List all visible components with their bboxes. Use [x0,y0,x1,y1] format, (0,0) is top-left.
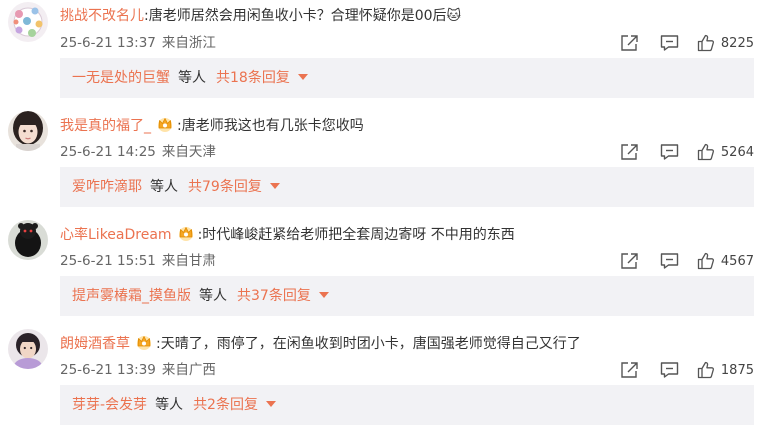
comment-date: 25-6-21 14:25 [60,144,156,160]
comment-meta: 25-6-21 13:37 来自浙江 [60,33,216,53]
comment-item: 挑战不改名儿:唐老师居然会用闲鱼收小卡？合理怀疑你是00后🐱 25-6-21 1… [0,0,762,109]
like-button[interactable]: 1875 [697,361,754,379]
username-link[interactable]: 朗姆酒香草 [60,336,130,352]
comment-icon [660,35,679,51]
like-count: 8225 [720,35,754,51]
avatar[interactable] [8,111,48,151]
caret-down-icon[interactable] [265,401,276,407]
reply-username[interactable]: 爱咋咋滴耶 [72,179,142,195]
like-button[interactable]: 4567 [697,252,754,270]
caret-down-icon[interactable] [297,74,308,80]
like-count: 4567 [720,253,754,269]
reply-count-link[interactable]: 共37条回复 [237,288,311,304]
share-icon [621,144,638,160]
share-icon [621,35,638,51]
comment-date: 25-6-21 15:51 [60,253,156,269]
reply-username[interactable]: 提声雾椿霜_摸鱼版 [72,288,191,304]
comment-actions: 5264 [620,142,754,162]
comment-source: 来自广西 [161,362,216,378]
reply-others: 等人 [155,397,184,413]
comment-actions: 1875 [620,360,754,380]
comment-text: :唐老师居然会用闲鱼收小卡？合理怀疑你是00后 [144,8,447,24]
reply-summary[interactable]: 爱咋咋滴耶 等人 共79条回复 [60,167,754,207]
comment-icon [660,362,679,378]
comment-line: 心率LikeaDream :时代峰峻赶紧给老师把全套周边寄呀 不中用的东西 [60,224,515,245]
cat-emoji-icon: 🐱 [446,8,462,24]
like-button[interactable]: 5264 [697,143,754,161]
comment-text: :天晴了，雨停了，在闲鱼收到时团小卡，唐国强老师觉得自己又行了 [156,336,581,352]
comment-date: 25-6-21 13:39 [60,362,156,378]
comment-date: 25-6-21 13:37 [60,35,156,51]
reply-others: 等人 [199,288,227,304]
avatar[interactable] [8,329,48,369]
reply-summary[interactable]: 一无是处的巨蟹 等人 共18条回复 [60,58,754,98]
reply-count-link[interactable]: 共79条回复 [188,179,262,195]
comment-text: :时代峰峻赶紧给老师把全套周边寄呀 不中用的东西 [197,227,515,243]
comment-item: 我是真的福了_:唐老师我这也有几张卡您收吗 25-6-21 14:25 来自天津 … [0,109,762,218]
reply-username[interactable]: 芽芽-会发芽 [72,397,147,413]
comment-button[interactable] [660,361,679,379]
comment-item: 心率LikeaDream :时代峰峻赶紧给老师把全套周边寄呀 不中用的东西 25-… [0,218,762,327]
reply-count-link[interactable]: 共18条回复 [216,70,290,86]
fan-crown-badge-icon [178,227,193,241]
caret-down-icon[interactable] [269,183,280,189]
comment-line: 挑战不改名儿:唐老师居然会用闲鱼收小卡？合理怀疑你是00后🐱 [60,6,461,26]
comment-source: 来自天津 [161,144,216,160]
comment-button[interactable] [660,252,679,270]
comment-meta: 25-6-21 14:25 来自天津 [60,142,216,162]
comment-item: 朗姆酒香草 :天晴了，雨停了，在闲鱼收到时团小卡，唐国强老师觉得自己又行了 25-… [0,327,762,436]
comment-text: :唐老师我这也有几张卡您收吗 [177,118,364,134]
share-icon [621,362,638,378]
comment-button[interactable] [660,34,679,52]
like-count: 1875 [720,362,754,378]
reply-others: 等人 [150,179,178,195]
reply-username[interactable]: 一无是处的巨蟹 [72,70,170,86]
reply-others: 等人 [178,70,206,86]
comment-source: 来自甘肃 [161,253,216,269]
username-link[interactable]: 心率LikeaDream [60,227,172,243]
comment-button[interactable] [660,143,679,161]
fan-crown-badge-icon [137,336,151,350]
share-button[interactable] [620,34,639,52]
comment-actions: 8225 [620,33,754,53]
comment-line: 我是真的福了_ :唐老师我这也有几张卡您收吗 [60,115,364,136]
reply-count-link[interactable]: 共2条回复 [193,397,258,413]
username-link[interactable]: 我是真的福了_ [60,118,151,134]
comment-line: 朗姆酒香草 :天晴了，雨停了，在闲鱼收到时团小卡，唐国强老师觉得自己又行了 [60,333,581,354]
caret-down-icon[interactable] [318,292,329,298]
thumbs-up-icon [697,252,714,270]
comment-icon [660,144,679,160]
like-count: 5264 [720,144,754,160]
comment-source: 来自浙江 [161,35,216,51]
username-link[interactable]: 挑战不改名儿 [60,8,144,24]
avatar[interactable] [8,2,48,42]
share-button[interactable] [620,143,639,161]
like-button[interactable]: 8225 [697,34,754,52]
avatar[interactable] [8,220,48,260]
reply-summary[interactable]: 芽芽-会发芽 等人 共2条回复 [60,385,754,425]
thumbs-up-icon [697,361,714,379]
fan-crown-badge-icon [158,118,172,132]
reply-summary[interactable]: 提声雾椿霜_摸鱼版 等人 共37条回复 [60,276,754,316]
thumbs-up-icon [697,34,714,52]
comment-meta: 25-6-21 13:39 来自广西 [60,360,216,380]
share-button[interactable] [620,361,639,379]
comment-meta: 25-6-21 15:51 来自甘肃 [60,251,216,271]
thumbs-up-icon [697,143,714,161]
share-button[interactable] [620,252,639,270]
share-icon [621,253,638,269]
comment-icon [660,253,679,269]
comment-actions: 4567 [620,251,754,271]
